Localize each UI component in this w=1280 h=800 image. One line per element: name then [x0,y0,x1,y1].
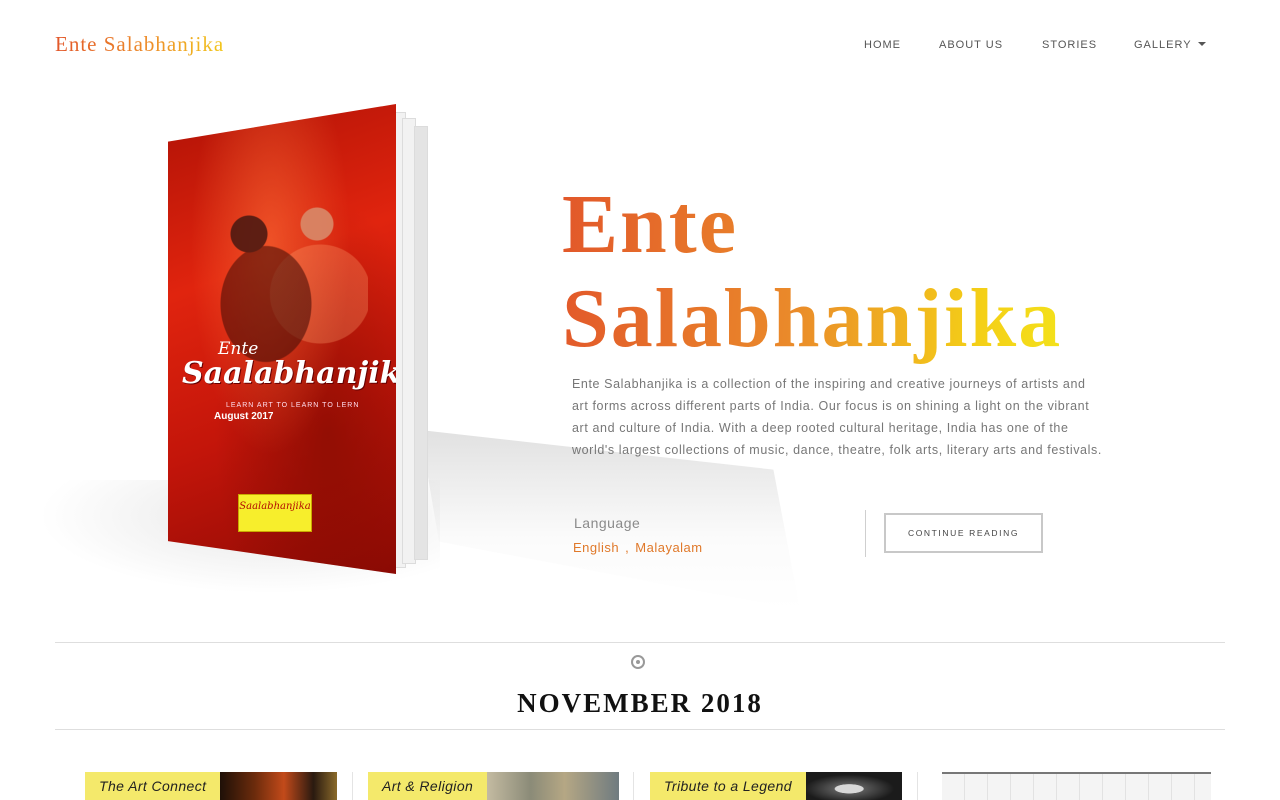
card-category-label: The Art Connect [85,772,221,800]
section-divider-top [55,642,1225,643]
article-card[interactable]: The Art Connect [85,772,337,800]
card-category-label: Tribute to a Legend [650,772,806,800]
book-pages [392,112,432,572]
gallery-room-photo [942,772,1211,800]
card-separator [633,772,634,800]
cover-logo: Saalabhanjika [238,494,312,532]
nav-about-us[interactable]: ABOUT US [939,39,1003,51]
card-separator [352,772,353,800]
nav-home[interactable]: HOME [864,39,901,51]
painting-photo [483,772,619,800]
main-nav: HOME ABOUT US STORIES GALLERY [0,39,1280,53]
continue-reading-button[interactable]: CONTINUE READING [884,513,1043,553]
lanterns-photo [219,772,337,800]
vertical-divider [865,510,866,557]
language-link-malayalam[interactable]: Malayalam [635,540,702,555]
language-link-english[interactable]: English [573,540,619,555]
target-circle-icon [631,655,645,669]
magazine-cover[interactable]: Ente Saalabhanjika LEARN ART TO LEARN TO… [168,104,396,574]
section-divider-bottom [55,729,1225,730]
section-title: NOVEMBER 2018 [517,688,763,718]
cover-title: Saalabhanjika [182,356,420,391]
chevron-down-icon [1197,42,1206,46]
portrait-photo [806,772,902,800]
cover-date: August 2017 [214,411,274,422]
language-separator: , [625,540,630,555]
nav-gallery-label: GALLERY [1134,39,1192,51]
cover-tagline: LEARN ART TO LEARN TO LERN [226,402,360,409]
language-links: English, Malayalam [573,540,703,555]
hero-description: Ente Salabhanjika is a collection of the… [572,377,1102,457]
nav-gallery[interactable]: GALLERY [1134,39,1206,51]
card-separator [917,772,918,800]
hero-title: Ente Salabhanjika [562,178,1082,366]
article-card[interactable]: Tribute to a Legend [650,772,902,800]
language-label: Language [574,515,641,531]
article-card[interactable]: Art & Religion [368,772,619,800]
hero-title-line2: Salabhanjika [562,272,1063,365]
hero-title-line1: Ente [562,178,738,271]
card-category-label: Art & Religion [368,772,488,800]
article-card[interactable] [942,772,1211,800]
nav-stories[interactable]: STORIES [1042,39,1097,51]
